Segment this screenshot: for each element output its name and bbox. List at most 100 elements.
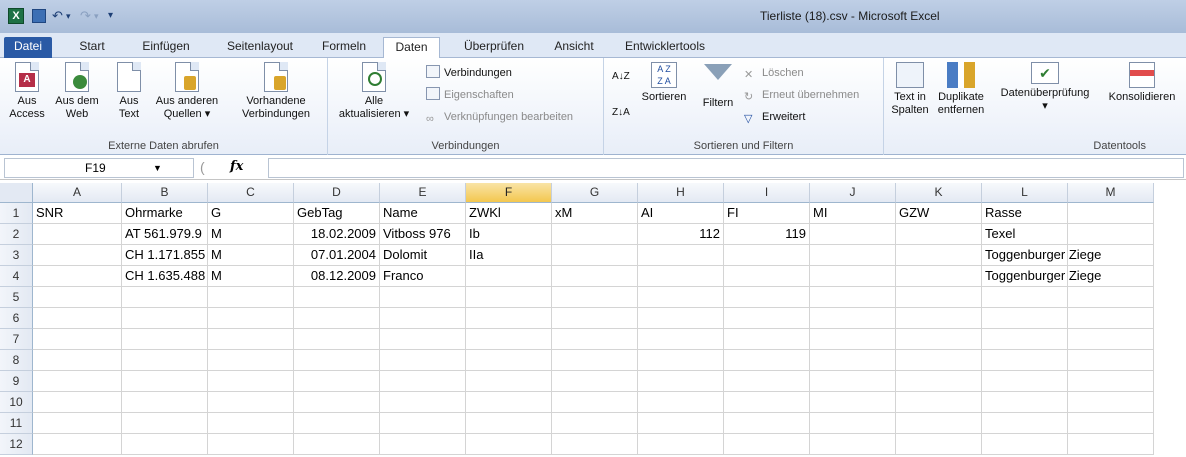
select-all-corner[interactable]: [0, 183, 33, 203]
cell-k1[interactable]: GZW: [896, 203, 982, 224]
cell-m6[interactable]: [1068, 308, 1154, 329]
column-header-d[interactable]: D: [294, 183, 380, 203]
cell-m7[interactable]: [1068, 329, 1154, 350]
cell-g10[interactable]: [552, 392, 638, 413]
cell-h7[interactable]: [638, 329, 724, 350]
cell-e8[interactable]: [380, 350, 466, 371]
cell-k5[interactable]: [896, 287, 982, 308]
cell-d1[interactable]: GebTag: [294, 203, 380, 224]
cell-c12[interactable]: [208, 434, 294, 455]
cell-a5[interactable]: [33, 287, 122, 308]
cell-a7[interactable]: [33, 329, 122, 350]
cell-j7[interactable]: [810, 329, 896, 350]
row-header[interactable]: 9: [0, 371, 33, 392]
cell-c3[interactable]: M: [208, 245, 294, 266]
cell-a12[interactable]: [33, 434, 122, 455]
cell-l3[interactable]: Toggenburger Ziege: [982, 245, 1101, 266]
cell-i8[interactable]: [724, 350, 810, 371]
row-header[interactable]: 8: [0, 350, 33, 371]
cell-e1[interactable]: Name: [380, 203, 466, 224]
insert-function-icon[interactable]: fx: [230, 159, 243, 174]
undo-icon[interactable]: ↶: [52, 8, 63, 24]
cell-b12[interactable]: [122, 434, 208, 455]
cell-a9[interactable]: [33, 371, 122, 392]
cell-k7[interactable]: [896, 329, 982, 350]
cell-k9[interactable]: [896, 371, 982, 392]
cell-a1[interactable]: SNR: [33, 203, 122, 224]
row-header[interactable]: 12: [0, 434, 33, 455]
undo-dropdown-icon[interactable]: ▾: [66, 8, 71, 24]
tab-seitenlayout[interactable]: Seitenlayout: [220, 37, 300, 58]
cell-g5[interactable]: [552, 287, 638, 308]
cell-l1[interactable]: Rasse: [982, 203, 1068, 224]
cell-g12[interactable]: [552, 434, 638, 455]
cell-f3[interactable]: IIa: [466, 245, 552, 266]
cell-e2[interactable]: Vitboss 976: [380, 224, 466, 245]
cell-a8[interactable]: [33, 350, 122, 371]
cell-i12[interactable]: [724, 434, 810, 455]
cell-g1[interactable]: xM: [552, 203, 638, 224]
row-header[interactable]: 1: [0, 203, 33, 224]
cell-g8[interactable]: [552, 350, 638, 371]
customize-toolbar-icon[interactable]: ▾: [108, 8, 113, 24]
cell-b9[interactable]: [122, 371, 208, 392]
cell-c7[interactable]: [208, 329, 294, 350]
cell-b5[interactable]: [122, 287, 208, 308]
cell-c9[interactable]: [208, 371, 294, 392]
cell-h5[interactable]: [638, 287, 724, 308]
cell-g9[interactable]: [552, 371, 638, 392]
cell-e11[interactable]: [380, 413, 466, 434]
tab-entwicklertools[interactable]: Entwicklertools: [619, 37, 711, 58]
cell-d5[interactable]: [294, 287, 380, 308]
cell-l6[interactable]: [982, 308, 1068, 329]
alle-aktualisieren-button[interactable]: Alle aktualisieren ▾: [334, 62, 414, 121]
cell-a3[interactable]: [33, 245, 122, 266]
cell-f7[interactable]: [466, 329, 552, 350]
cell-b6[interactable]: [122, 308, 208, 329]
cell-a11[interactable]: [33, 413, 122, 434]
cell-m8[interactable]: [1068, 350, 1154, 371]
cell-d9[interactable]: [294, 371, 380, 392]
cell-h8[interactable]: [638, 350, 724, 371]
erneut-uebernehmen-button[interactable]: ↻ Erneut übernehmen: [744, 86, 859, 104]
tab-start[interactable]: Start: [72, 37, 112, 58]
tab-ueberpruefen[interactable]: Überprüfen: [454, 37, 534, 58]
cell-b11[interactable]: [122, 413, 208, 434]
cell-i3[interactable]: [724, 245, 810, 266]
cell-f9[interactable]: [466, 371, 552, 392]
cell-a2[interactable]: [33, 224, 122, 245]
cell-e10[interactable]: [380, 392, 466, 413]
tab-formeln[interactable]: Formeln: [318, 37, 370, 58]
column-header-a[interactable]: A: [33, 183, 122, 203]
cell-d10[interactable]: [294, 392, 380, 413]
cell-g7[interactable]: [552, 329, 638, 350]
filtern-button[interactable]: Filtern: [698, 62, 738, 110]
column-header-m[interactable]: M: [1068, 183, 1154, 203]
redo-dropdown-icon[interactable]: ▾: [94, 8, 99, 24]
cell-b1[interactable]: Ohrmarke: [122, 203, 208, 224]
cell-g2[interactable]: [552, 224, 638, 245]
cell-m1[interactable]: [1068, 203, 1154, 224]
redo-icon[interactable]: ↷: [80, 8, 91, 24]
text-in-spalten-button[interactable]: Text in Spalten: [888, 62, 932, 117]
cell-d3[interactable]: 07.01.2004: [294, 245, 380, 266]
cell-a10[interactable]: [33, 392, 122, 413]
cell-f5[interactable]: [466, 287, 552, 308]
cell-d2[interactable]: 18.02.2009: [294, 224, 380, 245]
cell-m11[interactable]: [1068, 413, 1154, 434]
cell-i1[interactable]: FI: [724, 203, 810, 224]
cell-c8[interactable]: [208, 350, 294, 371]
excel-logo-icon[interactable]: X: [8, 8, 24, 24]
cell-l2[interactable]: Texel: [982, 224, 1068, 245]
cell-b7[interactable]: [122, 329, 208, 350]
row-header[interactable]: 7: [0, 329, 33, 350]
cell-k2[interactable]: [896, 224, 982, 245]
cell-h1[interactable]: AI: [638, 203, 724, 224]
cell-j9[interactable]: [810, 371, 896, 392]
eigenschaften-button[interactable]: Eigenschaften: [426, 86, 514, 104]
aus-anderen-quellen-button[interactable]: Aus anderen Quellen ▾: [150, 62, 224, 121]
vorhandene-verbindungen-button[interactable]: Vorhandene Verbindungen: [228, 62, 324, 121]
column-header-l[interactable]: L: [982, 183, 1068, 203]
cell-k3[interactable]: [896, 245, 982, 266]
row-header[interactable]: 4: [0, 266, 33, 287]
